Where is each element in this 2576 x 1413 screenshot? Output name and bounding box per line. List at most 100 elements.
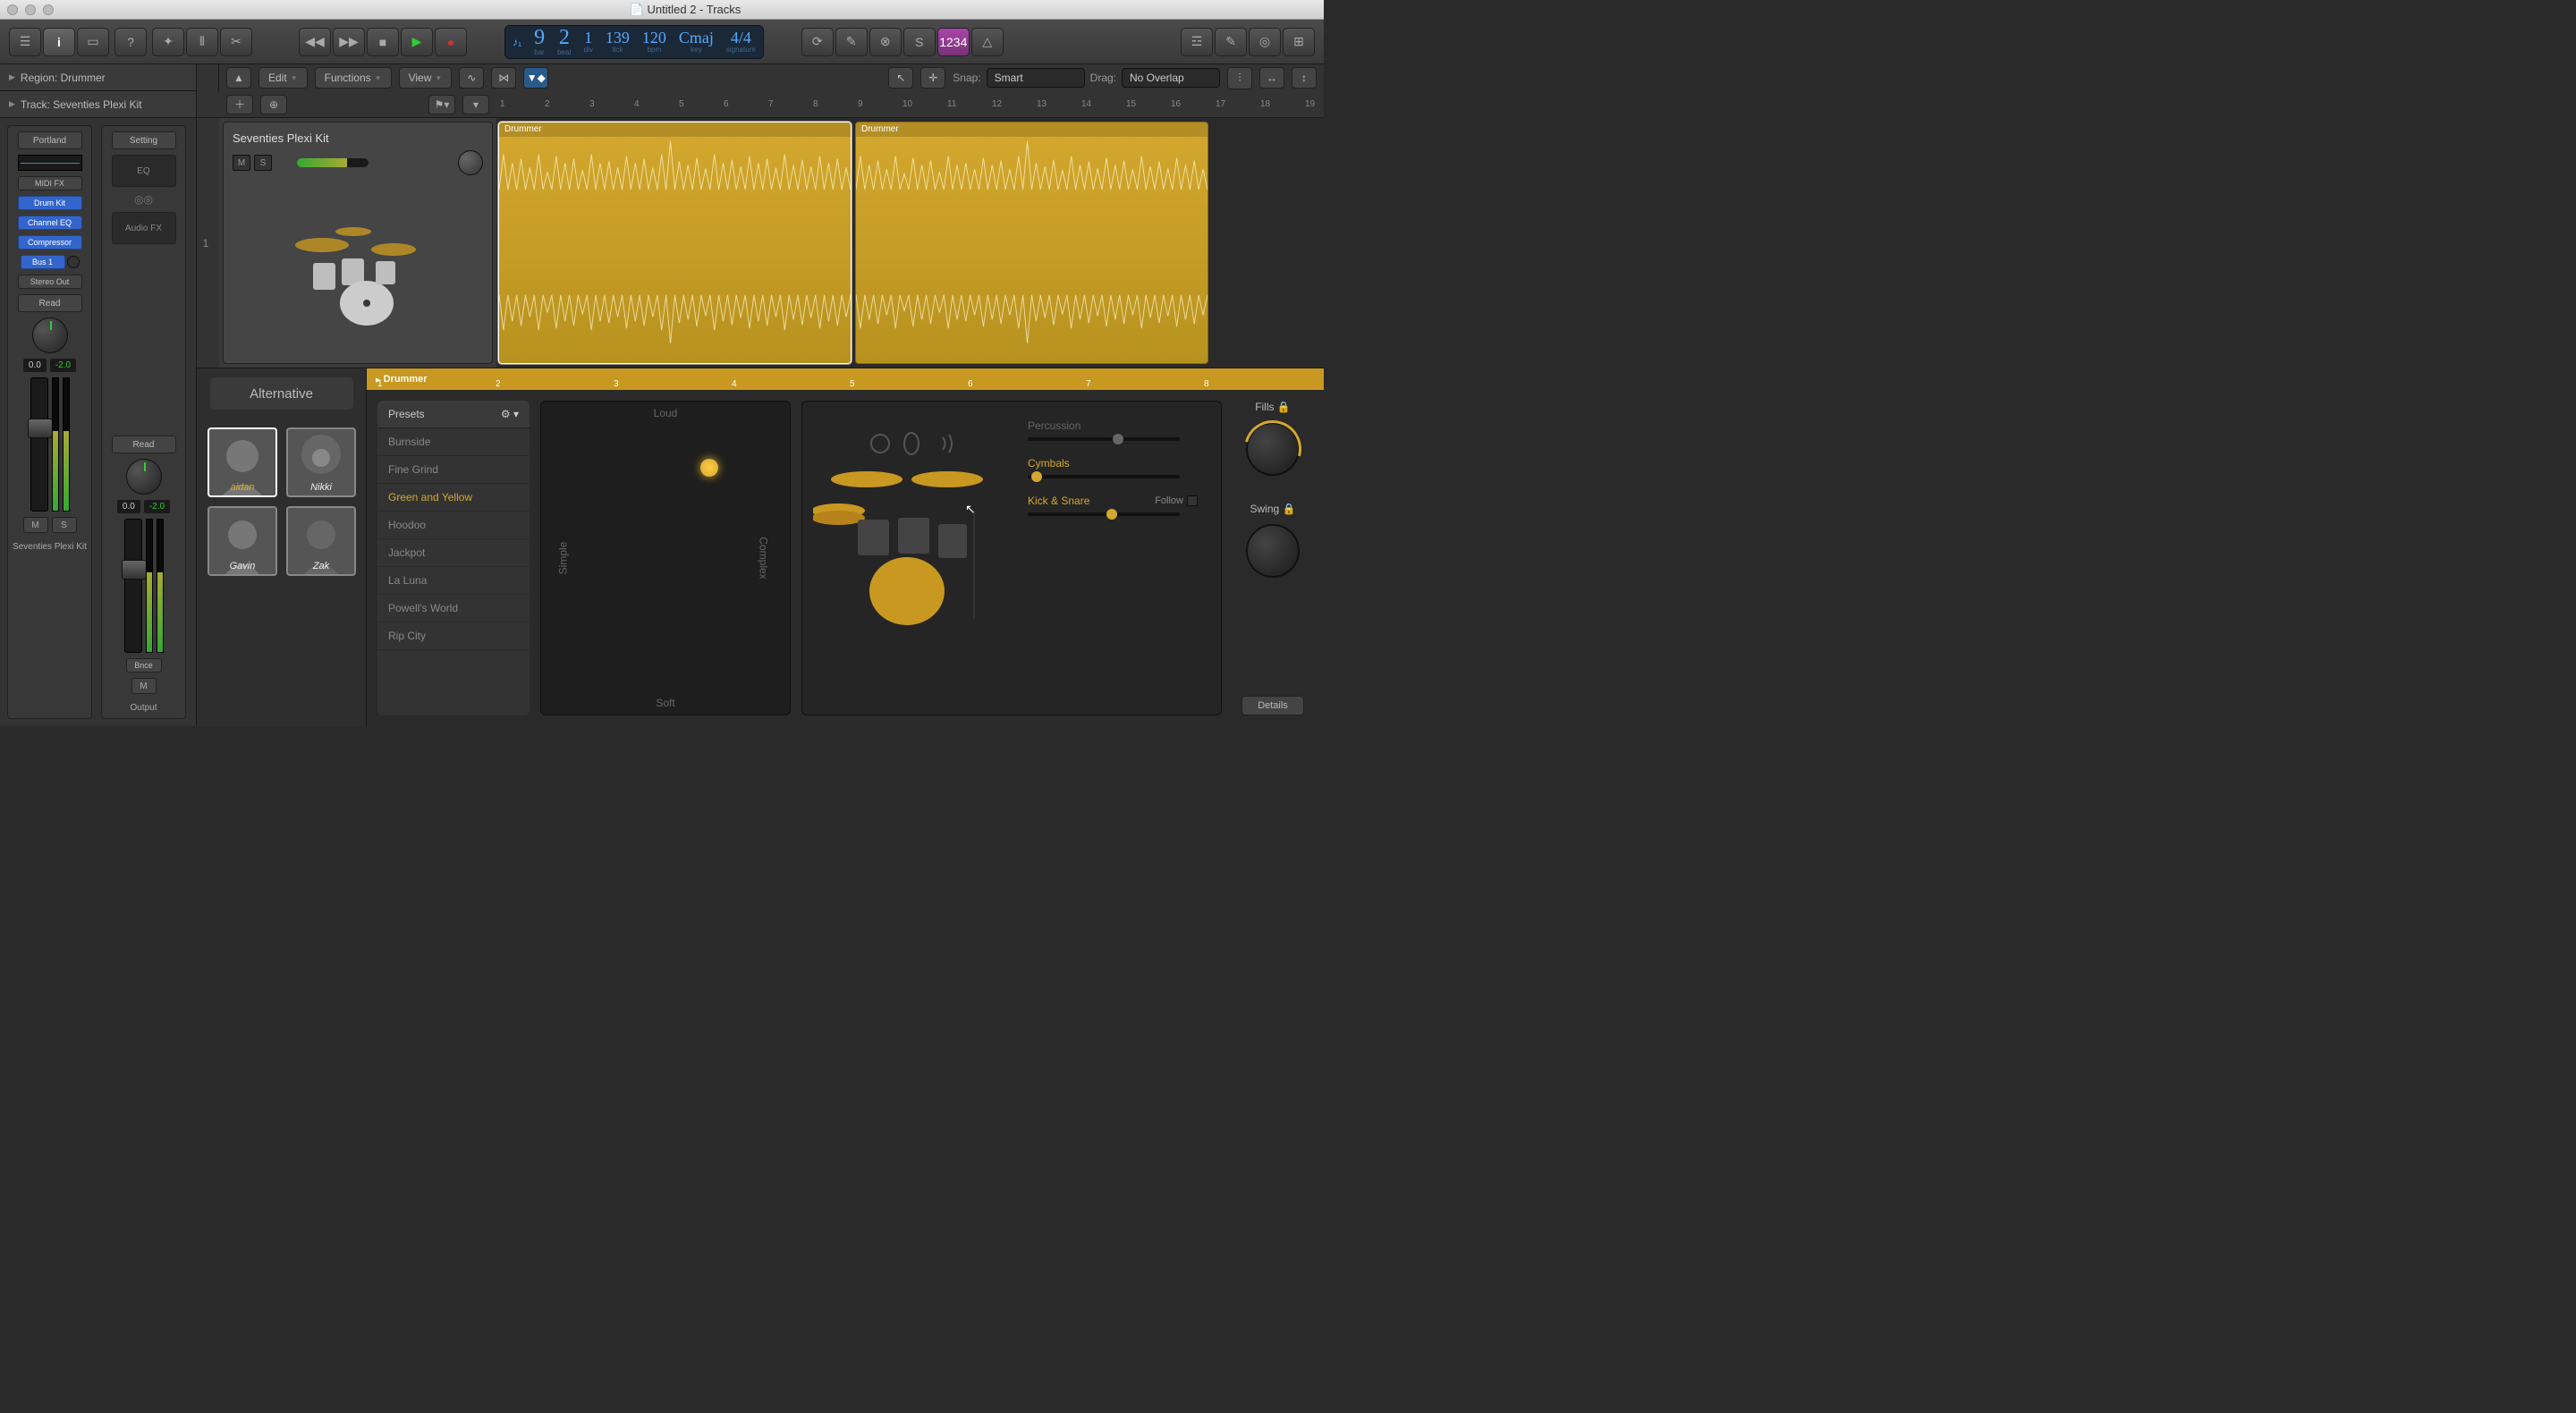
bar-ruler[interactable]: 12345678910111213141516171819 <box>496 91 1324 118</box>
autopunch-button[interactable]: ⊗ <box>869 28 902 56</box>
track-solo-button[interactable]: S <box>254 155 272 171</box>
waveform-zoom-icon[interactable]: ⫶ <box>1227 67 1252 89</box>
track-pan-knob[interactable] <box>458 150 483 175</box>
send-knob[interactable] <box>67 256 80 268</box>
toolbar-toggle-button[interactable]: ▭ <box>77 28 109 56</box>
mute-button[interactable]: M <box>131 678 157 694</box>
editors-button[interactable]: ✂ <box>220 28 252 56</box>
follow-checkbox[interactable] <box>1187 495 1198 506</box>
gear-icon[interactable]: ⚙ ▾ <box>501 408 519 420</box>
flex-icon[interactable]: ⋈ <box>491 67 516 89</box>
drag-select[interactable]: No Overlap <box>1122 68 1220 88</box>
up-button[interactable]: ▲ <box>226 67 251 89</box>
preset-item[interactable]: Fine Grind <box>377 456 530 484</box>
drummer-thumb-4[interactable]: Zak <box>286 506 356 576</box>
preset-item[interactable]: Hoodoo <box>377 512 530 539</box>
drummer-thumb-2[interactable]: Nikki <box>286 427 356 497</box>
volume-fader[interactable] <box>124 519 142 653</box>
minimize-window-button[interactable] <box>25 4 36 15</box>
snap-select[interactable]: Smart <box>987 68 1085 88</box>
preset-item[interactable]: Rip City <box>377 622 530 650</box>
track-mute-button[interactable]: M <box>233 155 250 171</box>
loops-button[interactable]: ◎ <box>1249 28 1281 56</box>
rewind-button[interactable]: ◀◀ <box>299 28 331 56</box>
help-button[interactable]: ? <box>114 28 147 56</box>
preset-item[interactable]: Green and Yellow <box>377 484 530 512</box>
channel-setting-button[interactable]: Setting <box>112 131 176 149</box>
smart-controls-button[interactable]: ✦ <box>152 28 184 56</box>
forward-button[interactable]: ▶▶ <box>333 28 365 56</box>
region-inspector-header[interactable]: ▶Region: Drummer <box>0 64 196 91</box>
inspector-button[interactable]: i <box>43 28 75 56</box>
automation-mode[interactable]: Read <box>112 436 176 453</box>
genre-label[interactable]: Alternative <box>210 377 353 410</box>
count-in-button[interactable]: 1234 <box>937 28 970 56</box>
mute-button[interactable]: M <box>23 517 48 533</box>
pan-knob[interactable] <box>32 317 68 353</box>
fills-knob[interactable] <box>1246 422 1300 476</box>
stop-button[interactable]: ■ <box>367 28 399 56</box>
bounce-button[interactable]: Bnce <box>126 658 162 673</box>
metronome-button[interactable]: △ <box>971 28 1004 56</box>
replace-button[interactable]: ✎ <box>835 28 868 56</box>
drummer-region-1[interactable]: Drummer <box>498 122 852 364</box>
global-tracks-button[interactable]: ⚑▾ <box>428 95 455 114</box>
catch-playhead-icon[interactable]: ▼◆ <box>523 67 548 89</box>
marquee-tool-icon[interactable]: ✛ <box>920 67 945 89</box>
close-window-button[interactable] <box>7 4 18 15</box>
audiofx-slot[interactable]: Audio FX <box>112 212 176 244</box>
drummer-thumb-3[interactable]: Gavin <box>208 506 277 576</box>
functions-menu[interactable]: Functions▼ <box>315 67 392 89</box>
eq-thumbnail[interactable] <box>18 155 82 171</box>
pointer-tool-icon[interactable]: ↖ <box>888 67 913 89</box>
list-editors-button[interactable]: ☲ <box>1181 28 1213 56</box>
add-track-button[interactable]: ＋ <box>226 95 253 114</box>
output-routing[interactable]: Stereo Out <box>18 275 82 289</box>
track-header[interactable]: Seventies Plexi Kit M S <box>223 122 493 364</box>
zoom-horizontal-icon[interactable]: ↔ <box>1259 67 1284 89</box>
view-menu[interactable]: View▼ <box>399 67 453 89</box>
pan-knob[interactable] <box>126 459 162 495</box>
cymbals-slider[interactable] <box>1028 475 1180 478</box>
preset-item[interactable]: Jackpot <box>377 539 530 567</box>
track-number[interactable]: 1 <box>197 118 215 368</box>
zoom-window-button[interactable] <box>43 4 54 15</box>
track-header-config-button[interactable]: ▾ <box>462 95 489 114</box>
xy-puck[interactable] <box>700 459 718 477</box>
cycle-button[interactable]: ⟳ <box>801 28 834 56</box>
volume-fader[interactable] <box>30 377 48 512</box>
channel-preset-button[interactable]: Portland <box>18 131 82 149</box>
edit-menu[interactable]: Edit▼ <box>258 67 308 89</box>
xy-pad[interactable]: Loud Soft Simple Complex <box>540 401 791 715</box>
drummer-thumb-1[interactable]: aidan <box>208 427 277 497</box>
solo-button[interactable]: S <box>52 517 77 533</box>
preset-item[interactable]: Powell's World <box>377 595 530 622</box>
midifx-slot[interactable]: MIDI FX <box>18 176 82 190</box>
details-button[interactable]: Details <box>1241 696 1304 715</box>
audiofx-slot-1[interactable]: Channel EQ <box>18 216 82 230</box>
drummer-region-2[interactable]: Drummer <box>855 122 1208 364</box>
notes-button[interactable]: ✎ <box>1215 28 1247 56</box>
eq-slot[interactable]: EQ <box>112 155 176 187</box>
duplicate-track-button[interactable]: ⊕ <box>260 95 287 114</box>
drummer-ruler[interactable]: ▸ Drummer 12345678 <box>367 368 1324 390</box>
browser-button[interactable]: ⊞ <box>1283 28 1315 56</box>
automation-curve-icon[interactable]: ∿ <box>459 67 484 89</box>
kicksnare-slider[interactable] <box>1028 512 1180 516</box>
automation-mode[interactable]: Read <box>18 294 82 312</box>
preset-item[interactable]: Burnside <box>377 428 530 456</box>
library-button[interactable]: ☰ <box>9 28 41 56</box>
audiofx-slot-2[interactable]: Compressor <box>18 235 82 250</box>
instrument-slot[interactable]: Drum Kit <box>18 196 82 210</box>
lcd-display[interactable]: ♪₁ 9bar 2beat 1div 139tick 120bpm Cmajke… <box>504 25 764 59</box>
record-button[interactable]: ● <box>435 28 467 56</box>
mixer-button[interactable]: ⫴ <box>186 28 218 56</box>
preset-item[interactable]: La Luna <box>377 567 530 595</box>
zoom-vertical-icon[interactable]: ↕ <box>1292 67 1317 89</box>
kit-visualization[interactable]: ↖ <box>813 412 1010 704</box>
play-button[interactable]: ▶ <box>401 28 433 56</box>
track-inspector-header[interactable]: ▶Track: Seventies Plexi Kit <box>0 91 196 118</box>
percussion-slider[interactable] <box>1028 437 1180 441</box>
send-slot[interactable]: Bus 1 <box>21 255 65 269</box>
swing-knob[interactable] <box>1246 524 1300 578</box>
